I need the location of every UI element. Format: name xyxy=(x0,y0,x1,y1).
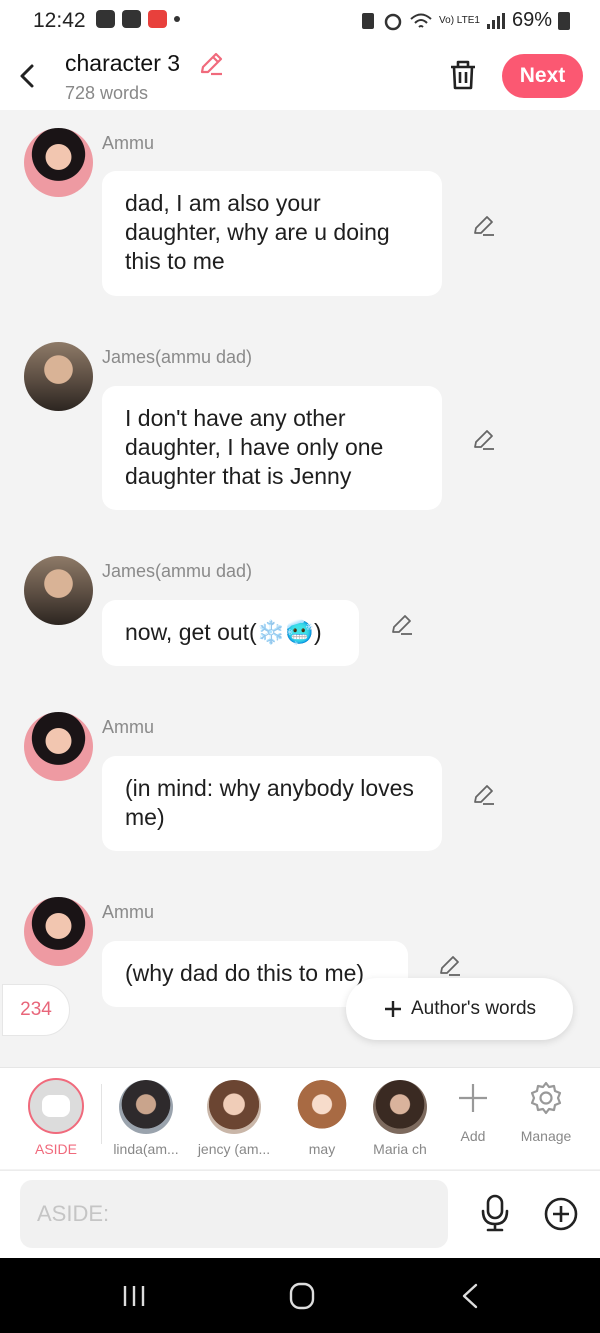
character-aside[interactable]: ASIDE xyxy=(14,1076,98,1157)
back-icon[interactable] xyxy=(450,1280,490,1312)
composer xyxy=(0,1170,600,1258)
message-input[interactable] xyxy=(20,1180,448,1248)
character-jency[interactable]: jency (am... xyxy=(192,1076,276,1157)
character-label: ASIDE xyxy=(34,1141,77,1157)
character-linda[interactable]: linda(am... xyxy=(104,1076,188,1157)
next-button[interactable]: Next xyxy=(502,54,583,98)
status-bar: 12:42 Vo) LTE1 69% xyxy=(0,0,600,42)
microphone-icon[interactable] xyxy=(479,1193,511,1233)
avatar xyxy=(207,1080,261,1134)
trash-icon[interactable] xyxy=(447,58,479,92)
authors-words-label: Author's words xyxy=(410,998,537,1019)
character-maria[interactable]: Maria ch xyxy=(358,1076,442,1157)
sender-name: Ammu xyxy=(102,902,155,922)
signal-icon xyxy=(486,12,505,29)
notification-icons xyxy=(96,10,180,28)
avatar xyxy=(295,1080,349,1134)
character-may[interactable]: may xyxy=(280,1076,364,1157)
manage-characters-button[interactable]: Manage xyxy=(504,1080,588,1144)
gear-icon xyxy=(530,1081,562,1115)
divider xyxy=(101,1084,102,1144)
pencil-icon[interactable] xyxy=(437,953,463,979)
more-notifications-icon xyxy=(174,16,180,22)
network-label: Vo) LTE1 xyxy=(439,14,480,26)
pencil-icon[interactable] xyxy=(471,213,497,239)
avatar[interactable] xyxy=(24,712,93,781)
system-nav-bar xyxy=(0,1258,600,1333)
recent-apps-icon[interactable] xyxy=(114,1280,154,1312)
plus-icon xyxy=(384,1001,401,1017)
battery-percent: 69% xyxy=(511,9,552,31)
app-notification-icon xyxy=(122,10,141,28)
pencil-icon[interactable] xyxy=(389,612,415,638)
add-label: Add xyxy=(460,1128,486,1144)
sender-name: Ammu xyxy=(102,133,155,153)
avatar[interactable] xyxy=(24,897,93,966)
avatar xyxy=(373,1080,427,1134)
chevron-left-icon[interactable] xyxy=(14,58,40,94)
pencil-icon[interactable] xyxy=(471,427,497,453)
authors-words-button[interactable]: Author's words xyxy=(346,978,573,1040)
message-bubble[interactable]: dad, I am also your daughter, why are u … xyxy=(102,171,442,296)
avatar[interactable] xyxy=(24,342,93,411)
plus-circle-icon[interactable] xyxy=(543,1196,579,1232)
app-notification-icon xyxy=(148,10,167,28)
message-bubble[interactable]: I don't have any other daughter, I have … xyxy=(102,386,442,510)
system-status: Vo) LTE1 69% xyxy=(359,9,570,32)
top-app-bar: character 3 728 words Next xyxy=(0,42,600,110)
gallery-notification-icon xyxy=(96,10,115,28)
speech-bubble-icon xyxy=(42,1095,70,1117)
character-label: Maria ch xyxy=(373,1141,427,1157)
plus-icon xyxy=(459,1084,487,1112)
battery-icon xyxy=(558,11,570,30)
word-count: 728 words xyxy=(65,83,149,103)
pencil-icon[interactable] xyxy=(471,782,497,808)
alarm-icon xyxy=(384,13,402,30)
word-counter-badge[interactable]: 234 xyxy=(2,984,70,1036)
character-label: jency (am... xyxy=(197,1141,271,1157)
aside-avatar xyxy=(28,1078,84,1134)
character-label: linda(am... xyxy=(113,1141,179,1157)
character-selector: ASIDE linda(am... jency (am... may Maria… xyxy=(0,1067,600,1169)
message-bubble[interactable]: now, get out(❄️🥶) xyxy=(102,600,359,666)
wifi-icon xyxy=(410,13,432,28)
manage-label: Manage xyxy=(520,1128,572,1144)
page-title: character 3 xyxy=(65,50,181,76)
sender-name: James(ammu dad) xyxy=(102,347,253,367)
avatar xyxy=(119,1080,173,1134)
avatar[interactable] xyxy=(24,128,93,197)
sender-name: Ammu xyxy=(102,717,155,737)
home-icon[interactable] xyxy=(282,1280,322,1312)
avatar[interactable] xyxy=(24,556,93,625)
sender-name: James(ammu dad) xyxy=(102,561,253,581)
pencil-icon[interactable] xyxy=(197,50,225,78)
sim-lock-icon xyxy=(362,12,375,29)
character-label: may xyxy=(308,1141,336,1157)
message-bubble[interactable]: (in mind: why anybody loves me) xyxy=(102,756,442,851)
add-character-button[interactable]: Add xyxy=(431,1080,515,1144)
status-time: 12:42 xyxy=(33,9,86,32)
